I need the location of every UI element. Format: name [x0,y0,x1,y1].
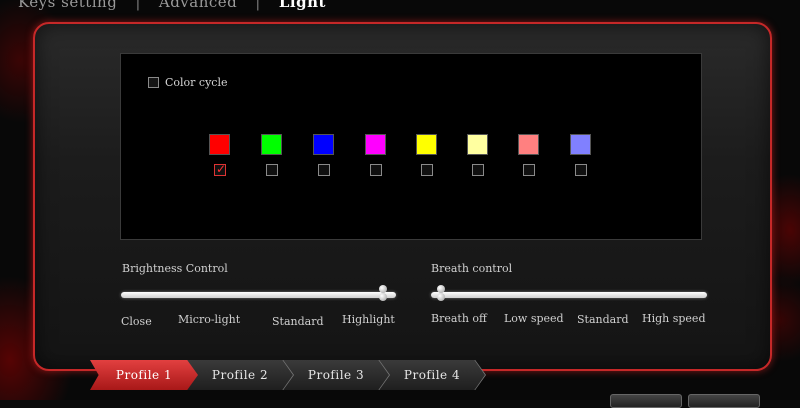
breath-slider-handle[interactable] [435,285,447,301]
color-swatch-magenta[interactable] [365,134,386,155]
breath-label-low-speed: Low speed [504,312,564,325]
breath-label-high-speed: High speed [642,312,706,325]
brightness-control-title: Brightness Control [122,262,228,275]
color-swatch-green[interactable] [261,134,282,155]
bottom-action-button[interactable] [688,394,760,408]
brightness-label-standard: Standard [272,315,324,328]
color-checkbox-blue[interactable] [318,164,330,176]
color-cycle-option[interactable]: Color cycle [148,76,228,89]
breath-control-title: Breath control [431,262,513,275]
color-swatch-light-yellow[interactable] [467,134,488,155]
color-checkbox-yellow[interactable] [421,164,433,176]
color-checkbox-light-yellow[interactable] [472,164,484,176]
color-swatch-salmon[interactable] [518,134,539,155]
profile-tab-3[interactable]: Profile 3 [283,360,389,390]
bottom-action-button[interactable] [610,394,682,408]
brightness-label-close: Close [121,315,152,328]
tab-light[interactable]: Light [261,0,344,11]
color-cycle-label: Color cycle [165,76,228,89]
brightness-label-micro-light: Micro-light [178,313,241,326]
profile-tab-1[interactable]: Profile 1 [90,360,198,390]
profile-tab-2[interactable]: Profile 2 [187,360,293,390]
color-swatch-yellow[interactable] [416,134,437,155]
brightness-slider-handle[interactable] [377,285,389,301]
color-checkbox-red[interactable] [214,162,226,176]
profile-tab-4[interactable]: Profile 4 [379,360,485,390]
brightness-label-highlight: Highlight [342,313,395,326]
color-checkbox-green[interactable] [266,164,278,176]
color-cycle-checkbox[interactable] [148,77,159,88]
color-checkbox-magenta[interactable] [370,164,382,176]
top-tab-bar: Keys setting | Advanced | Light [0,0,344,13]
color-checkbox-salmon[interactable] [523,164,535,176]
color-swatch-blue[interactable] [313,134,334,155]
breath-slider-track[interactable] [431,292,707,298]
color-checkbox-lavender[interactable] [575,164,587,176]
breath-label-standard: Standard [577,313,629,326]
tab-keys-setting[interactable]: Keys setting [0,0,135,11]
color-swatch-lavender[interactable] [570,134,591,155]
brightness-slider-track[interactable] [121,292,396,298]
color-swatch-red[interactable] [209,134,230,155]
tab-advanced[interactable]: Advanced [141,0,255,11]
breath-label-off: Breath off [431,312,487,325]
